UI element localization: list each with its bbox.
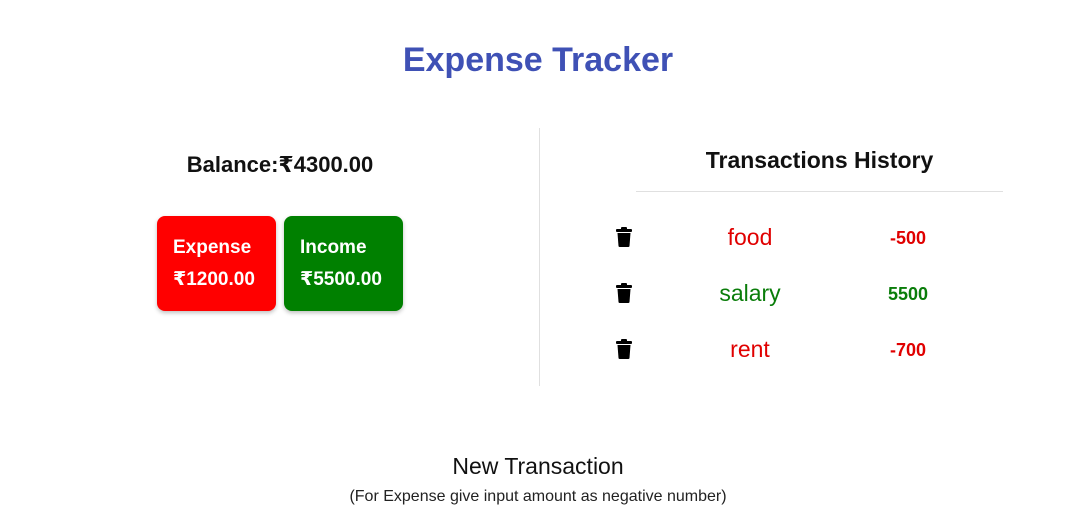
transaction-row-rent: rent -700 bbox=[600, 332, 1020, 368]
income-card: Income ₹5500.00 bbox=[284, 216, 403, 311]
trash-icon[interactable] bbox=[616, 227, 632, 247]
history-title: Transactions History bbox=[705, 147, 934, 173]
new-transaction-hint: (For Expense give input amount as negati… bbox=[349, 488, 727, 505]
page-title: Expense Tracker bbox=[402, 41, 674, 79]
expense-card: Expense ₹1200.00 bbox=[157, 216, 276, 311]
trash-icon[interactable] bbox=[616, 339, 632, 359]
transaction-name: food bbox=[727, 224, 773, 250]
transaction-amount: 5500 bbox=[887, 284, 929, 304]
expense-tracker-app: Expense Tracker Balance:₹4300.00 Expense… bbox=[0, 0, 1076, 521]
history-divider bbox=[636, 191, 1003, 192]
transaction-amount: -500 bbox=[889, 228, 927, 248]
transaction-amount: -700 bbox=[889, 340, 927, 360]
income-label: Income bbox=[300, 237, 367, 258]
income-amount: ₹5500.00 bbox=[300, 269, 382, 290]
transaction-row-salary: salary 5500 bbox=[600, 276, 1020, 312]
transaction-row-food: food -500 bbox=[600, 220, 1020, 256]
expense-amount: ₹1200.00 bbox=[173, 269, 255, 290]
expense-label: Expense bbox=[173, 237, 252, 258]
transaction-name: rent bbox=[730, 336, 770, 362]
trash-icon[interactable] bbox=[616, 283, 632, 303]
column-divider bbox=[539, 128, 540, 386]
balance-display: Balance:₹4300.00 bbox=[186, 152, 374, 177]
new-transaction-title: New Transaction bbox=[452, 453, 624, 479]
transaction-name: salary bbox=[719, 280, 781, 306]
